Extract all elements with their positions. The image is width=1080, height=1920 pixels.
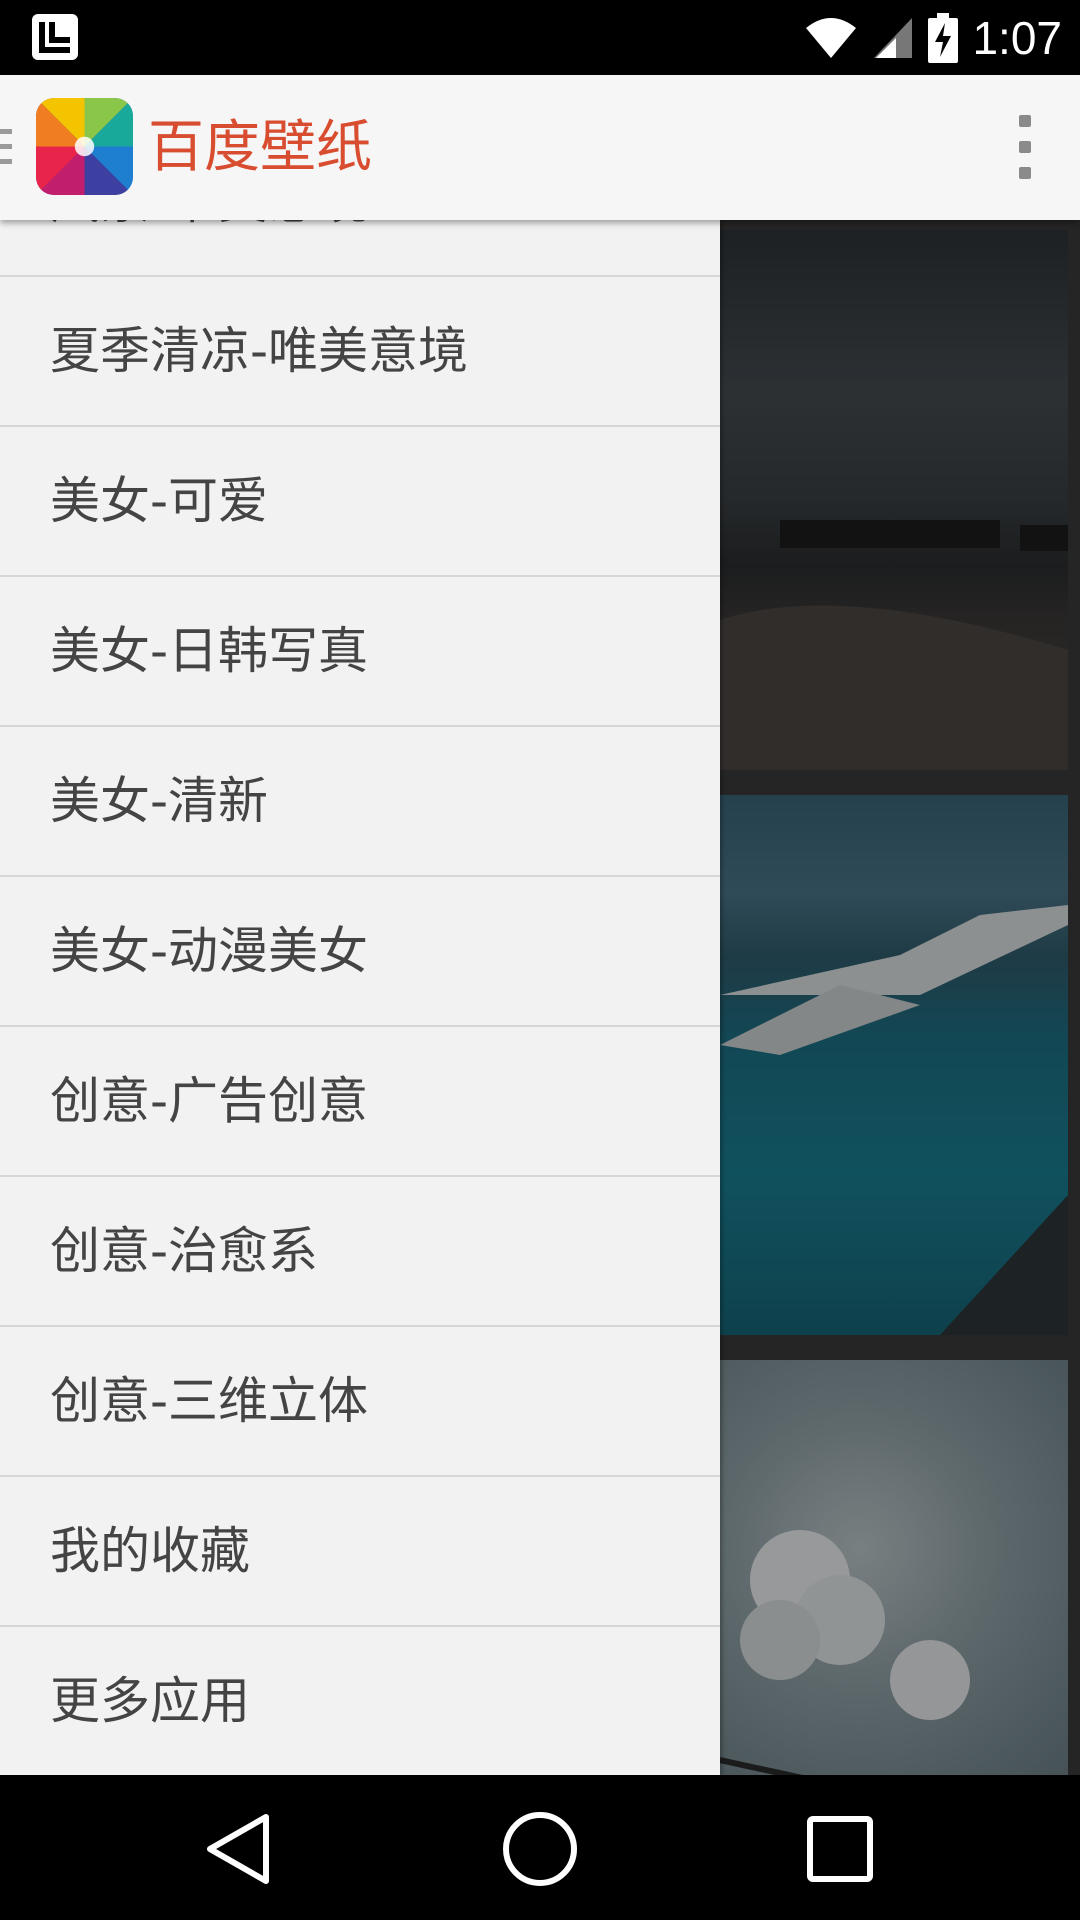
drawer-item[interactable]: 创意-广告创意 xyxy=(0,1027,720,1177)
recents-icon[interactable] xyxy=(798,1807,882,1891)
drawer-toggle-icon[interactable] xyxy=(0,125,14,169)
drawer-item-label: 我的收藏 xyxy=(50,1522,250,1580)
app-title: 百度壁纸 xyxy=(148,115,372,180)
drawer-item[interactable]: 创意-治愈系 xyxy=(0,1177,720,1327)
navigation-drawer: 风景-唯美意境 夏季清凉-唯美意境 美女-可爱 美女-日韩写真 美女-清新 美女… xyxy=(0,220,720,1775)
drawer-item[interactable]: 美女-可爱 xyxy=(0,427,720,577)
drawer-item[interactable]: 我的收藏 xyxy=(0,1477,720,1627)
status-time: 1:07 xyxy=(972,11,1062,64)
battery-charging-icon xyxy=(928,12,959,63)
drawer-item-label: 更多应用 xyxy=(50,1672,250,1730)
home-icon[interactable] xyxy=(498,1807,582,1891)
drawer-item-label: 美女-清新 xyxy=(50,772,269,830)
drawer-item[interactable]: 创意-三维立体 xyxy=(0,1327,720,1477)
overflow-menu-icon[interactable] xyxy=(1010,115,1040,179)
launcher-icon xyxy=(32,14,78,60)
back-icon[interactable] xyxy=(196,1807,280,1891)
drawer-item[interactable]: 美女-清新 xyxy=(0,727,720,877)
app-logo-icon[interactable] xyxy=(36,98,133,195)
drawer-item[interactable]: 美女-日韩写真 xyxy=(0,577,720,727)
signal-icon xyxy=(874,17,913,58)
drawer-item-label: 创意-治愈系 xyxy=(50,1222,319,1280)
drawer-list: 风景-唯美意境 夏季清凉-唯美意境 美女-可爱 美女-日韩写真 美女-清新 美女… xyxy=(0,220,720,1775)
drawer-item-label: 美女-可爱 xyxy=(50,472,269,530)
app-bar: 百度壁纸 xyxy=(0,75,1080,220)
drawer-item-label: 创意-三维立体 xyxy=(50,1372,369,1430)
drawer-item[interactable]: 更多应用 xyxy=(0,1627,720,1775)
system-nav-bar xyxy=(0,1775,1080,1920)
drawer-item-label: 创意-广告创意 xyxy=(50,1072,369,1130)
drawer-item[interactable]: 夏季清凉-唯美意境 xyxy=(0,277,720,427)
status-icons: 1:07 xyxy=(804,0,1062,75)
wifi-icon xyxy=(806,17,857,58)
drawer-item-label: 风景-唯美意境 xyxy=(50,220,368,275)
drawer-item-label: 美女-日韩写真 xyxy=(50,622,369,680)
drawer-item[interactable]: 美女-动漫美女 xyxy=(0,877,720,1027)
status-bar: 1:07 xyxy=(0,0,1080,75)
drawer-item-label: 夏季清凉-唯美意境 xyxy=(50,322,469,380)
drawer-item-label: 美女-动漫美女 xyxy=(50,922,369,980)
drawer-item[interactable]: 风景-唯美意境 xyxy=(0,220,720,277)
